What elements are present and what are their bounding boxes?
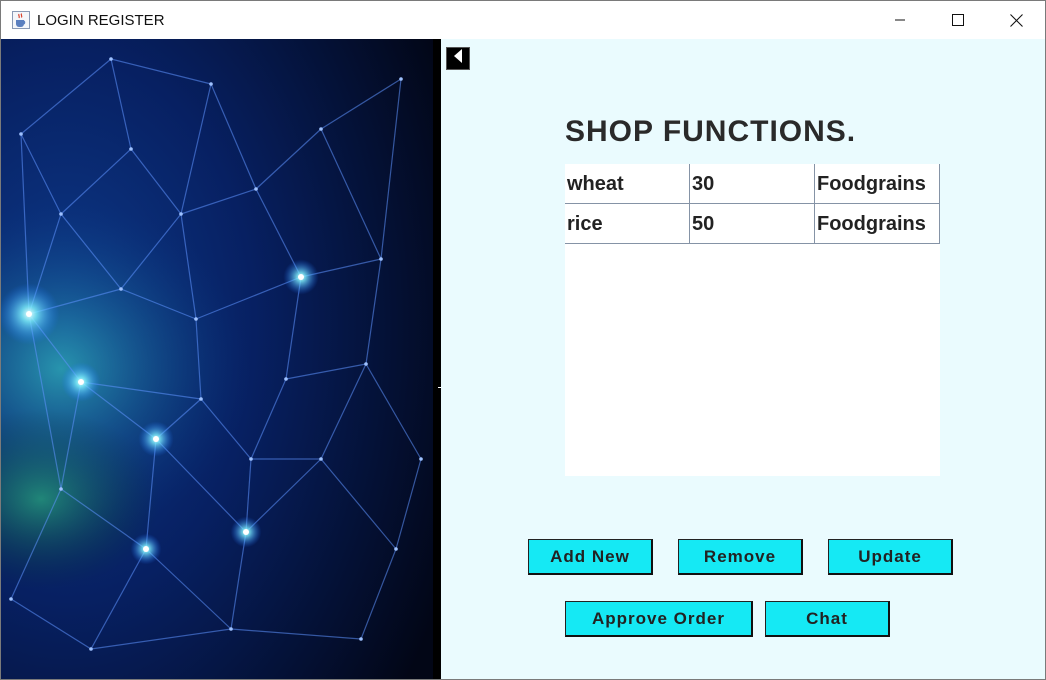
network-node xyxy=(254,187,258,191)
network-node xyxy=(209,82,213,86)
table-cell-quantity[interactable]: 50 xyxy=(690,204,815,244)
remove-button[interactable]: Remove xyxy=(678,539,803,575)
network-node xyxy=(109,57,113,61)
minimize-icon xyxy=(894,14,906,26)
network-node xyxy=(78,379,84,385)
network-node xyxy=(199,397,203,401)
java-cup-icon xyxy=(12,11,30,29)
close-button[interactable] xyxy=(987,1,1045,39)
network-node xyxy=(243,529,249,535)
network-node xyxy=(319,127,323,131)
network-node xyxy=(19,132,23,136)
network-node xyxy=(379,257,383,261)
minimize-button[interactable] xyxy=(871,1,929,39)
network-node xyxy=(194,317,198,321)
shop-functions-panel: SHOP FUNCTIONS. wheat 30 Foodgrains rice… xyxy=(441,39,1045,679)
network-node xyxy=(143,546,149,552)
table-cell-category[interactable]: Foodgrains xyxy=(815,204,940,244)
network-node xyxy=(153,436,159,442)
network-node xyxy=(359,637,363,641)
window-title: LOGIN REGISTER xyxy=(37,12,165,29)
table-cell-name[interactable]: rice xyxy=(565,204,690,244)
network-background-image xyxy=(1,39,441,679)
back-button[interactable] xyxy=(446,47,470,70)
network-node xyxy=(59,212,63,216)
network-node xyxy=(9,597,13,601)
network-node xyxy=(284,377,288,381)
approve-order-button[interactable]: Approve Order xyxy=(565,601,753,637)
products-table[interactable]: wheat 30 Foodgrains rice 50 Foodgrains xyxy=(565,164,940,476)
chat-button[interactable]: Chat xyxy=(765,601,890,637)
network-node xyxy=(89,647,93,651)
maximize-button[interactable] xyxy=(929,1,987,39)
update-button[interactable]: Update xyxy=(828,539,953,575)
network-node xyxy=(129,147,133,151)
table-cell-quantity[interactable]: 30 xyxy=(690,164,815,204)
network-node xyxy=(298,274,304,280)
table-cell-name[interactable]: wheat xyxy=(565,164,690,204)
maximize-icon xyxy=(952,14,964,26)
table-row[interactable]: wheat 30 Foodgrains xyxy=(565,164,940,204)
network-node xyxy=(419,457,423,461)
title-bar[interactable]: LOGIN REGISTER xyxy=(1,1,1045,39)
triangle-left-icon xyxy=(452,49,464,68)
table-row[interactable]: rice 50 Foodgrains xyxy=(565,204,940,244)
network-node xyxy=(249,457,253,461)
network-node xyxy=(119,287,123,291)
table-cell-category[interactable]: Foodgrains xyxy=(815,164,940,204)
network-node xyxy=(364,362,368,366)
close-icon xyxy=(1009,13,1023,27)
app-window: LOGIN REGISTER SHOP FUNCTIONS. wheat 30 … xyxy=(0,0,1046,680)
add-new-button[interactable]: Add New xyxy=(528,539,653,575)
network-node xyxy=(229,627,233,631)
network-node xyxy=(179,212,183,216)
network-node xyxy=(394,547,398,551)
network-node xyxy=(59,487,63,491)
network-node xyxy=(26,311,32,317)
network-node xyxy=(319,457,323,461)
page-title: SHOP FUNCTIONS. xyxy=(565,115,857,148)
network-node xyxy=(399,77,403,81)
